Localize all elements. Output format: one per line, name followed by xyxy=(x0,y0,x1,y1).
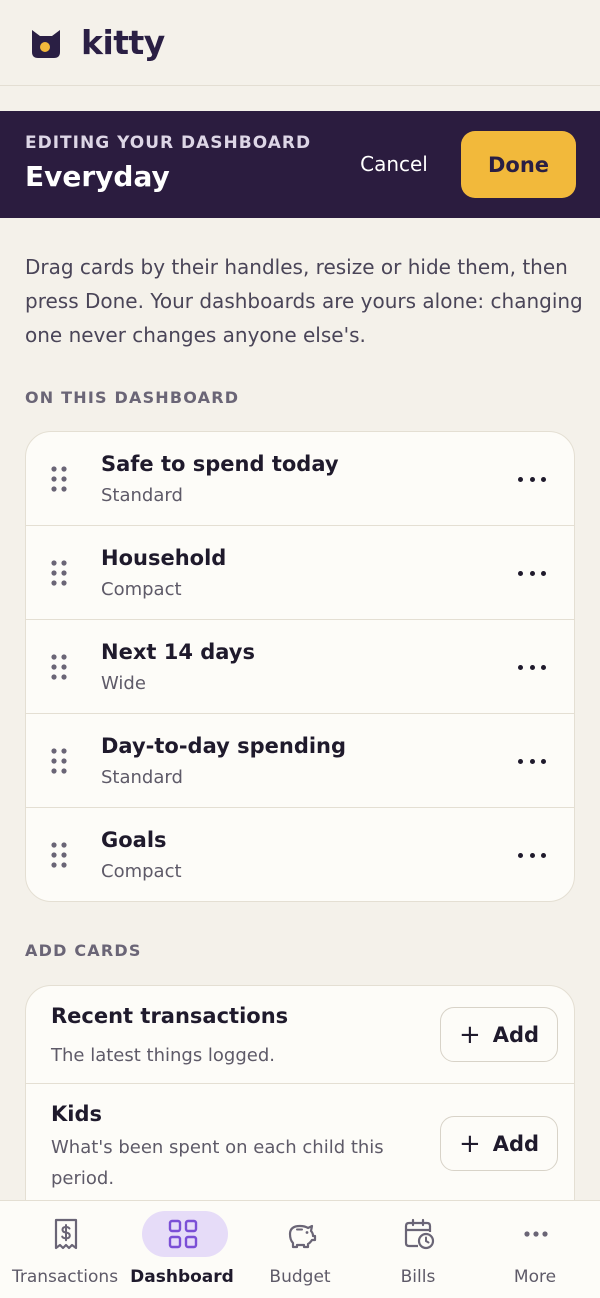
piggy-bank-icon xyxy=(288,1224,317,1249)
helper-text: Drag cards by their handles, resize or h… xyxy=(25,255,583,347)
dashboard-card-size: Compact xyxy=(101,579,182,600)
nav-item-bills[interactable]: Bills xyxy=(358,1201,478,1298)
add-card-row: Recent transactions The latest things lo… xyxy=(26,986,574,1084)
dashboard-card-size: Standard xyxy=(101,767,183,788)
receipt-dollar-icon xyxy=(54,1218,78,1250)
dashboard-title: Everyday xyxy=(25,160,170,193)
dashboard-card-name: Day-to-day spending xyxy=(101,734,347,758)
add-card-name: Recent transactions xyxy=(51,1004,289,1028)
drag-handle-icon[interactable] xyxy=(50,841,68,869)
nav-label: Bills xyxy=(400,1267,436,1287)
plus-icon: + xyxy=(458,1019,481,1050)
dashboard-card-size: Compact xyxy=(101,861,182,882)
dashboard-card-list: Safe to spend today Standard Household C… xyxy=(25,431,575,902)
drag-handle-icon[interactable] xyxy=(50,653,68,681)
app-header: kitty xyxy=(0,0,600,86)
nav-label: Dashboard xyxy=(130,1267,234,1287)
dashboard-card-name: Household xyxy=(101,546,227,570)
dashboard-card-row[interactable]: Household Compact xyxy=(26,526,574,620)
nav-label: Transactions xyxy=(11,1267,119,1287)
nav-item-transactions[interactable]: Transactions xyxy=(5,1201,125,1298)
more-dots-icon xyxy=(524,1231,548,1237)
done-button[interactable]: Done xyxy=(461,131,576,198)
drag-handle-icon[interactable] xyxy=(50,747,68,775)
add-card-name: Kids xyxy=(51,1102,103,1126)
plus-icon: + xyxy=(458,1128,481,1159)
kitty-logo-icon xyxy=(32,29,60,58)
dashboard-card-name: Goals xyxy=(101,828,167,852)
more-options-icon[interactable] xyxy=(518,658,546,676)
more-options-icon[interactable] xyxy=(518,846,546,864)
dashboard-card-row[interactable]: Goals Compact xyxy=(26,808,574,901)
add-button-label: Add xyxy=(492,1131,540,1156)
more-options-icon[interactable] xyxy=(518,470,546,488)
add-card-description: The latest things logged. xyxy=(51,1045,276,1066)
nav-item-more[interactable]: More xyxy=(475,1201,595,1298)
dashboard-card-row[interactable]: Safe to spend today Standard xyxy=(26,432,574,526)
dashboard-card-row[interactable]: Day-to-day spending Standard xyxy=(26,714,574,808)
dashboard-card-name: Safe to spend today xyxy=(101,452,339,476)
section-label-add-cards: ADD CARDS xyxy=(25,941,142,960)
drag-handle-icon[interactable] xyxy=(50,465,68,493)
drag-handle-icon[interactable] xyxy=(50,559,68,587)
dashboard-card-size: Wide xyxy=(101,673,146,694)
dashboard-card-row[interactable]: Next 14 days Wide xyxy=(26,620,574,714)
add-card-button[interactable]: + Add xyxy=(440,1116,558,1171)
nav-label: Budget xyxy=(269,1267,331,1287)
more-options-icon[interactable] xyxy=(518,752,546,770)
add-card-description: What's been spent on each child this per… xyxy=(51,1137,384,1189)
add-button-label: Add xyxy=(492,1022,540,1047)
calendar-clock-icon xyxy=(404,1218,435,1250)
edit-mode-kicker: EDITING YOUR DASHBOARD xyxy=(25,133,312,153)
dashboard-card-size: Standard xyxy=(101,485,183,506)
nav-item-budget[interactable]: Budget xyxy=(240,1201,360,1298)
add-card-button[interactable]: + Add xyxy=(440,1007,558,1062)
dashboard-card-name: Next 14 days xyxy=(101,640,255,664)
brand-name: kitty xyxy=(81,23,165,62)
dashboard-grid-icon xyxy=(168,1219,198,1249)
cancel-button[interactable]: Cancel xyxy=(346,140,442,188)
nav-label: More xyxy=(513,1267,557,1287)
more-options-icon[interactable] xyxy=(518,564,546,582)
bottom-nav: Transactions Dashboard Budget Bills More xyxy=(0,1200,600,1298)
section-label-on-dashboard: ON THIS DASHBOARD xyxy=(25,388,240,407)
nav-item-dashboard[interactable]: Dashboard xyxy=(122,1201,242,1298)
